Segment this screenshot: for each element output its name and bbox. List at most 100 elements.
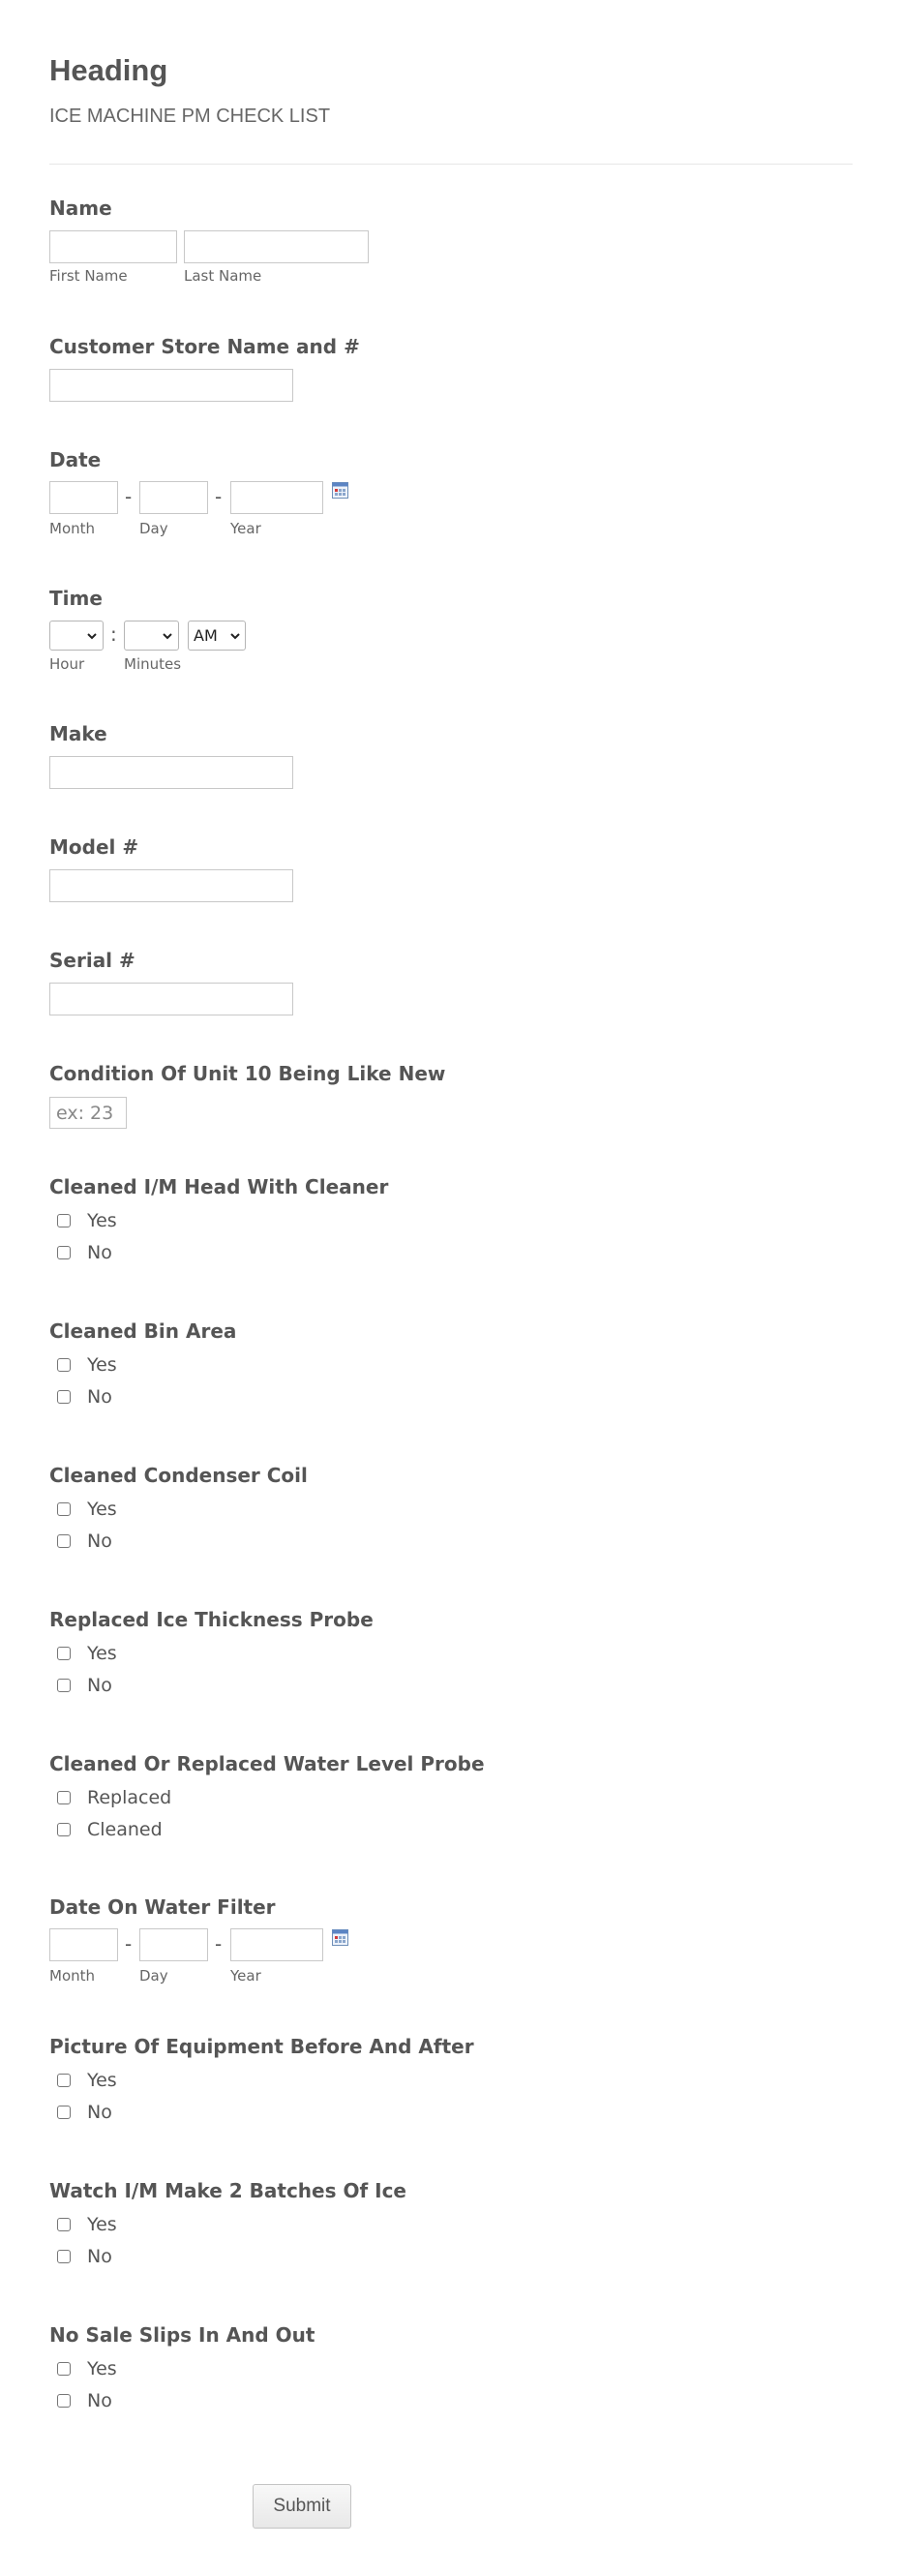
checkbox[interactable]: [57, 1502, 71, 1516]
submit-button[interactable]: Submit: [253, 2484, 351, 2529]
picture-equipment-label: Picture Of Equipment Before And After: [49, 2035, 474, 2058]
serial-input[interactable]: [49, 983, 293, 1015]
calendar-icon[interactable]: [332, 1929, 348, 1946]
checkbox[interactable]: [57, 1823, 71, 1836]
hour-sublabel: Hour: [49, 655, 85, 673]
option-label: Yes: [87, 1499, 117, 1520]
checkbox[interactable]: [57, 1679, 71, 1692]
filter-date-year-sublabel: Year: [230, 1967, 261, 1985]
date-separator: -: [215, 485, 223, 508]
date-label: Date: [49, 448, 102, 471]
thickness-probe-label: Replaced Ice Thickness Probe: [49, 1608, 374, 1631]
water-level-probe-option-replaced[interactable]: Replaced: [57, 1787, 347, 1810]
date-month-input[interactable]: [49, 481, 118, 514]
first-name-sublabel: First Name: [49, 267, 128, 285]
checkbox[interactable]: [57, 2106, 71, 2119]
picture-equipment-option-no[interactable]: No: [57, 2102, 347, 2125]
ampm-select[interactable]: AM: [188, 621, 246, 651]
option-label: Yes: [87, 1210, 117, 1231]
time-separator: :: [110, 622, 117, 646]
option-label: Replaced: [87, 1787, 172, 1808]
time-label: Time: [49, 587, 103, 610]
date-separator: -: [125, 485, 133, 508]
condition-label: Condition Of Unit 10 Being Like New: [49, 1062, 446, 1085]
ice-batches-label: Watch I/M Make 2 Batches Of Ice: [49, 2179, 406, 2202]
date-year-input[interactable]: [230, 481, 323, 514]
filter-date-month-input[interactable]: [49, 1928, 118, 1961]
checkbox[interactable]: [57, 1358, 71, 1372]
option-label: No: [87, 1675, 112, 1696]
condition-number-input[interactable]: [49, 1097, 127, 1129]
filter-date-year-input[interactable]: [230, 1928, 323, 1961]
option-label: Yes: [87, 2214, 117, 2235]
ampm-select-value: AM: [194, 626, 218, 645]
hour-select[interactable]: [49, 621, 104, 651]
serial-label: Serial #: [49, 949, 135, 972]
condenser-coil-option-yes[interactable]: Yes: [57, 1499, 347, 1522]
date-separator: -: [125, 1932, 133, 1955]
filter-date-label: Date On Water Filter: [49, 1895, 276, 1919]
date-day-input[interactable]: [139, 481, 208, 514]
filter-date-day-input[interactable]: [139, 1928, 208, 1961]
date-separator: -: [215, 1932, 223, 1955]
option-label: No: [87, 2390, 112, 2411]
head-cleaner-option-yes[interactable]: Yes: [57, 1210, 347, 1233]
option-label: No: [87, 1530, 112, 1552]
head-cleaner-option-no[interactable]: No: [57, 1242, 347, 1265]
ice-batches-option-no[interactable]: No: [57, 2246, 347, 2269]
condenser-coil-option-no[interactable]: No: [57, 1530, 347, 1554]
last-name-input[interactable]: [184, 230, 369, 263]
date-day-sublabel: Day: [139, 520, 168, 537]
bin-area-option-no[interactable]: No: [57, 1386, 347, 1409]
sale-slips-option-yes[interactable]: Yes: [57, 2358, 347, 2381]
option-label: No: [87, 2246, 112, 2267]
option-label: Cleaned: [87, 1819, 163, 1840]
first-name-input[interactable]: [49, 230, 177, 263]
checkbox[interactable]: [57, 1214, 71, 1227]
checkbox[interactable]: [57, 1390, 71, 1404]
minutes-select[interactable]: [124, 621, 179, 651]
checkbox[interactable]: [57, 2218, 71, 2231]
bin-area-label: Cleaned Bin Area: [49, 1319, 237, 1343]
checkbox[interactable]: [57, 1791, 71, 1804]
checkbox[interactable]: [57, 1246, 71, 1259]
form-heading: Heading: [49, 53, 168, 87]
option-label: Yes: [87, 1643, 117, 1664]
store-label: Customer Store Name and #: [49, 335, 360, 358]
chevron-down-icon: [230, 633, 240, 640]
bin-area-option-yes[interactable]: Yes: [57, 1354, 347, 1378]
thickness-probe-option-no[interactable]: No: [57, 1675, 347, 1698]
thickness-probe-option-yes[interactable]: Yes: [57, 1643, 347, 1666]
sale-slips-label: No Sale Slips In And Out: [49, 2323, 315, 2347]
option-label: No: [87, 1242, 112, 1263]
picture-equipment-option-yes[interactable]: Yes: [57, 2070, 347, 2093]
date-month-sublabel: Month: [49, 520, 96, 537]
checkbox[interactable]: [57, 1647, 71, 1660]
head-cleaner-label: Cleaned I/M Head With Cleaner: [49, 1175, 389, 1198]
water-level-probe-option-cleaned[interactable]: Cleaned: [57, 1819, 347, 1842]
form-subheading: ICE MACHINE PM CHECK LIST: [49, 106, 331, 127]
checkbox[interactable]: [57, 2074, 71, 2087]
last-name-sublabel: Last Name: [184, 267, 262, 285]
model-label: Model #: [49, 835, 139, 859]
condenser-coil-label: Cleaned Condenser Coil: [49, 1464, 308, 1487]
checkbox[interactable]: [57, 2250, 71, 2263]
minutes-sublabel: Minutes: [124, 655, 182, 673]
calendar-icon[interactable]: [332, 482, 348, 499]
chevron-down-icon: [163, 633, 172, 640]
model-input[interactable]: [49, 869, 293, 902]
checkbox[interactable]: [57, 2394, 71, 2408]
store-input[interactable]: [49, 369, 293, 402]
ice-batches-option-yes[interactable]: Yes: [57, 2214, 347, 2237]
date-year-sublabel: Year: [230, 520, 261, 537]
checkbox[interactable]: [57, 1534, 71, 1548]
option-label: Yes: [87, 1354, 117, 1376]
header-divider: [49, 164, 853, 165]
chevron-down-icon: [87, 633, 97, 640]
sale-slips-option-no[interactable]: No: [57, 2390, 347, 2413]
make-input[interactable]: [49, 756, 293, 789]
make-label: Make: [49, 722, 107, 745]
checkbox[interactable]: [57, 2362, 71, 2376]
filter-date-month-sublabel: Month: [49, 1967, 96, 1985]
option-label: No: [87, 1386, 112, 1408]
